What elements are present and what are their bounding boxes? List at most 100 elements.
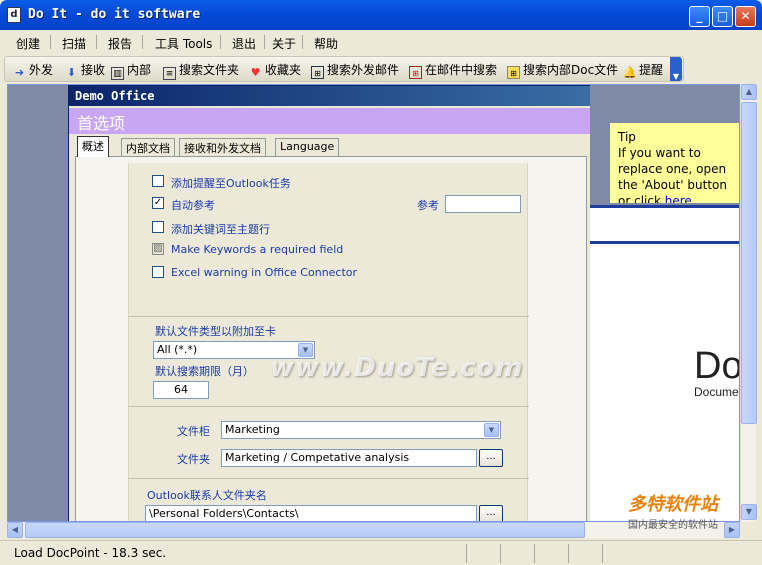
bell-icon: 🔔 (623, 66, 637, 79)
status-cell (500, 544, 501, 563)
scroll-down-icon[interactable]: ▼ (741, 504, 757, 520)
search-folder-icon: ≡ (163, 67, 176, 80)
search-mail-icon: ⊞ (409, 66, 422, 79)
menu-tools[interactable]: 工具 Tools (155, 35, 212, 52)
toolbar-reminder[interactable]: 🔔 提醒 (623, 61, 663, 79)
toolbar-label: 搜索内部Doc文件 (523, 63, 619, 77)
scroll-right-icon[interactable]: ▶ (724, 522, 740, 538)
toolbar-overflow-icon[interactable]: ▼ (670, 57, 682, 81)
cabinet-select[interactable]: Marketing ▼ (221, 421, 501, 439)
arrow-down-icon: ⬇ (66, 66, 77, 79)
content-area: Demo Office 首选项 概述 内部文档 接收和外发文档 Language… (7, 84, 740, 522)
dialog-header: 首选项 (69, 108, 595, 134)
dialog-title: Demo Office (69, 86, 595, 106)
arrow-up-icon: ➜ (14, 66, 25, 79)
outlook-input[interactable]: \Personal Folders\Contacts\ (145, 505, 477, 521)
status-cell (466, 544, 467, 563)
cabinet-value: Marketing (225, 423, 280, 436)
status-cell (602, 544, 603, 563)
book-icon: ▥ (111, 67, 124, 80)
site-logo-title: 多特软件站 (628, 494, 718, 515)
add-reminder-checkbox[interactable] (152, 175, 164, 187)
excel-warning-checkbox[interactable] (152, 266, 164, 278)
toolbar-label: 提醒 (639, 63, 664, 77)
outlook-group: Outlook联系人文件夹名 \Personal Folders\Contact… (129, 479, 529, 521)
toolbar: ➜ 外发 ⬇ 接收 ▥ 内部 ≡ 搜索文件夹 ♥ 收藏夹 ⊞ 搜索外发邮件 ⊞ 在邮件中搜索 … (4, 56, 684, 82)
horizontal-scroll-thumb[interactable] (25, 522, 585, 538)
keywords-required-label: Make Keywords a required field (171, 243, 344, 256)
menu-help[interactable]: 帮助 (314, 35, 338, 52)
toolbar-search-mail[interactable]: ⊞ 在邮件中搜索 (409, 61, 497, 79)
toolbar-search-outbox[interactable]: ⊞ 搜索外发邮件 (311, 61, 399, 79)
chevron-down-icon[interactable]: ▼ (484, 423, 499, 437)
toolbar-search-folder[interactable]: ≡ 搜索文件夹 (163, 61, 239, 80)
folder-browse-button[interactable]: ... (479, 449, 503, 467)
brand-logo-text: Do (694, 345, 740, 387)
menu-separator (302, 35, 303, 49)
menu-create[interactable]: 创建 (16, 35, 40, 52)
menu-exit[interactable]: 退出 (232, 35, 256, 52)
toolbar-label: 外发 (29, 63, 54, 77)
folder-label: 文件夹 (177, 453, 210, 466)
toolbar-outgoing[interactable]: ➜ 外发 (13, 61, 53, 79)
tip-title: Tip (618, 130, 636, 144)
toolbar-label: 内部 (127, 63, 152, 77)
ref-input[interactable] (445, 195, 521, 213)
site-logo-subtitle: 国内最安全的软件站 (628, 520, 718, 531)
toolbar-label: 在邮件中搜索 (425, 63, 498, 77)
tab-panel: 添加提醒至Outlook任务 ✓ 自动参考 参考 添加关键词至主题行 ▨ Mak… (75, 156, 587, 521)
preferences-dialog: Demo Office 首选项 概述 内部文档 接收和外发文档 Language… (68, 85, 596, 521)
window-title: Do It - do it software (28, 7, 201, 22)
toolbar-incoming[interactable]: ⬇ 接收 (65, 61, 105, 79)
toolbar-favorites[interactable]: ♥ 收藏夹 (249, 61, 301, 79)
vertical-scroll-thumb[interactable] (741, 102, 757, 424)
search-period-input[interactable]: 64 (153, 381, 209, 399)
menu-report[interactable]: 报告 (108, 35, 132, 52)
close-button[interactable]: ✕ (735, 6, 756, 27)
search-doc-icon: ⊞ (507, 66, 520, 79)
tab-in-out-docs[interactable]: 接收和外发文档 (179, 138, 266, 156)
keywords-required-checkbox[interactable]: ▨ (152, 243, 164, 255)
status-cell (568, 544, 569, 563)
toolbar-label: 收藏夹 (265, 63, 302, 77)
menu-scan[interactable]: 扫描 (62, 35, 86, 52)
outlook-browse-button[interactable]: ... (479, 505, 503, 521)
settings-panel: 添加提醒至Outlook任务 ✓ 自动参考 参考 添加关键词至主题行 ▨ Mak… (128, 163, 529, 521)
scroll-up-icon[interactable]: ▲ (741, 84, 757, 100)
toolbar-label: 搜索文件夹 (179, 63, 240, 77)
menu-bar: 创建 扫描 报告 工具 Tools 退出 关于 帮助 (0, 30, 762, 54)
auto-ref-checkbox[interactable]: ✓ (152, 197, 164, 209)
vertical-scrollbar[interactable]: ▲ ▼ (740, 84, 757, 522)
watermark: www.DuoTe.com (270, 353, 524, 383)
menu-separator (264, 35, 265, 49)
tab-language[interactable]: Language (275, 138, 340, 156)
app-icon[interactable]: d (7, 7, 21, 23)
add-keywords-checkbox[interactable] (152, 221, 164, 233)
cabinet-label: 文件柜 (177, 425, 210, 438)
toolbar-internal[interactable]: ▥ 内部 (111, 61, 151, 80)
menu-about[interactable]: 关于 (272, 35, 296, 52)
tip-box: Tip If you want to replace one, open the… (610, 123, 739, 203)
status-text: Load DocPoint - 18.3 sec. (14, 546, 167, 560)
brand-logo-subtext: Docume (694, 385, 739, 399)
menu-separator (220, 35, 221, 49)
tab-internal-docs[interactable]: 内部文档 (121, 138, 175, 156)
scroll-left-icon[interactable]: ◀ (7, 522, 23, 538)
toolbar-label: 接收 (81, 63, 106, 77)
divider (590, 205, 739, 208)
default-file-type-value: All (*.*) (157, 343, 198, 356)
location-group: 文件柜 Marketing ▼ 文件夹 Marketing / Competati… (129, 407, 529, 479)
add-keywords-label: 添加关键词至主题行 (171, 223, 270, 236)
right-panel: Tip If you want to replace one, open the… (590, 85, 740, 521)
heart-icon: ♥ (250, 66, 261, 79)
tip-link[interactable]: here (665, 194, 692, 203)
folder-input[interactable]: Marketing / Competative analysis (221, 449, 477, 467)
minimize-button[interactable]: _ (689, 6, 710, 27)
menu-separator (142, 35, 143, 49)
tab-overview[interactable]: 概述 (77, 136, 109, 157)
toolbar-search-doc[interactable]: ⊞ 搜索内部Doc文件 (507, 61, 618, 79)
maximize-button[interactable]: □ (712, 6, 733, 27)
title-bar: d Do It - do it software _ □ ✕ (0, 0, 762, 30)
default-file-type-label: 默认文件类型以附加至卡 (155, 325, 276, 338)
outlook-label: Outlook联系人文件夹名 (147, 489, 267, 502)
